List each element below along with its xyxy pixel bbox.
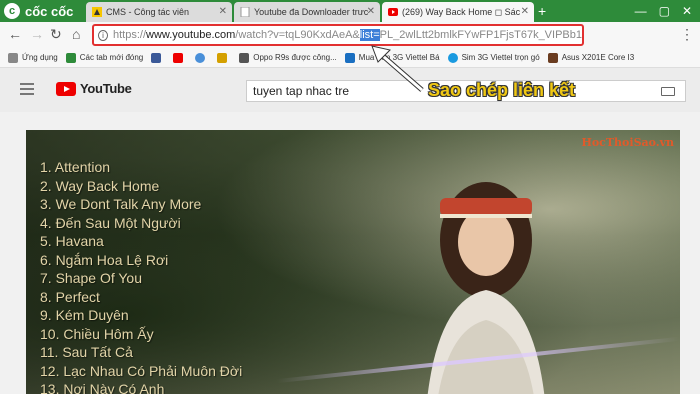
search-value: tuyen tap nhac tre [253, 84, 350, 98]
tab-label: Youtube đa Downloader trưc [254, 7, 369, 17]
song-item: 7. Shape Of You [40, 270, 142, 286]
youtube-play-icon [56, 81, 76, 96]
minimize-icon[interactable]: — [635, 4, 647, 18]
forward-icon[interactable]: → [30, 26, 44, 42]
song-item: 6. Ngắm Hoa Lệ Rơi [40, 251, 169, 268]
tab-downloader[interactable]: Youtube đa Downloader trưc ✕ [234, 2, 380, 22]
youtube-icon [173, 52, 184, 63]
bookmark-facebook[interactable] [151, 52, 165, 63]
coccoc-logo-icon: c [4, 3, 20, 19]
new-tab-button[interactable]: + [538, 3, 546, 19]
tab-strip: c cốc cốc CMS - Công tác viên ✕ Youtube … [0, 0, 700, 22]
bookmark-label: Các tab mới đóng [79, 53, 144, 62]
url-host: www.youtube.com [146, 29, 236, 41]
apps-grid-icon [8, 52, 18, 63]
cms-icon [92, 7, 102, 17]
youtube-logo-text: YouTube [80, 81, 132, 96]
reload-icon[interactable]: ↻ [50, 26, 62, 43]
song-item: 8. Perfect [40, 288, 100, 305]
browser-brand[interactable]: c cốc cốc [0, 0, 84, 22]
bookmark-label: Oppo R9s được công... [253, 53, 337, 62]
song-item: 9. Kém Duyên [40, 307, 129, 323]
page-icon [240, 7, 250, 17]
bookmark-asus[interactable]: Asus X201E Core I3 [547, 52, 635, 63]
song-list: 1. Attention 2. Way Back Home 3. We Dont… [40, 158, 242, 394]
maximize-icon[interactable]: ▢ [659, 4, 670, 18]
bookmark-recent-tabs[interactable]: Các tab mới đóng [65, 52, 144, 63]
tab-label: CMS - Công tác viên [106, 7, 190, 17]
bookmarks-bar: Ứng dụng Các tab mới đóng Oppo R9s được … [0, 48, 700, 68]
navigation-bar: ← → ↻ ⌂ i https://www.youtube.com/watch?… [0, 22, 700, 48]
page-icon [239, 52, 250, 63]
song-item: 3. We Dont Talk Any More [40, 196, 202, 212]
page-content: YouTube tuyen tap nhac tre HocThoiSao.vn… [0, 68, 700, 394]
tab-cms[interactable]: CMS - Công tác viên ✕ [86, 2, 232, 22]
url-path: /watch?v=tqL90KxdAeA& [235, 29, 360, 41]
brand-label: cốc cốc [25, 3, 74, 19]
menu-icon[interactable]: ⋮ [680, 26, 694, 43]
screen: c cốc cốc CMS - Công tác viên ✕ Youtube … [0, 0, 700, 394]
song-item: 2. Way Back Home [40, 177, 160, 194]
song-item: 13. Nơi Này Có Anh [40, 381, 165, 394]
bookmark-sim-3g[interactable]: Sim 3G Viettel trọn gó [447, 52, 540, 63]
hamburger-menu-icon[interactable] [20, 83, 34, 95]
tab-youtube-active[interactable]: (269) Way Back Home ◻ Sác ✕ [382, 2, 534, 22]
page-icon [547, 52, 558, 63]
song-item: 10. Chiều Hôm Ấy [40, 325, 154, 342]
video-player[interactable]: HocThoiSao.vn 1. Attention 2. Way Back H… [26, 130, 680, 394]
youtube-header: YouTube tuyen tap nhac tre [0, 68, 700, 112]
youtube-icon [388, 8, 398, 16]
bookmark-label: Sim 3G Viettel trọn gó [461, 53, 540, 62]
back-icon[interactable]: ← [8, 26, 22, 42]
bookmark-oppo[interactable]: Oppo R9s được công... [239, 52, 337, 63]
url-query: PL_2wlLtt2bmlkFYwFP1FjsT67k_VIPBb1 [379, 29, 582, 41]
song-item: 12. Lạc Nhau Có Phải Muôn Đời [40, 362, 243, 379]
home-icon[interactable]: ⌂ [72, 26, 80, 42]
coccoc-icon [65, 52, 76, 63]
page-icon [344, 52, 355, 63]
url-selected-text: list= [359, 29, 380, 41]
facebook-icon [151, 52, 162, 63]
chrome-icon [195, 52, 206, 63]
song-item: 4. Đến Sau Một Người [40, 214, 181, 231]
url-scheme: https:// [113, 29, 147, 41]
watermark: HocThoiSao.vn [581, 136, 674, 149]
bookmark-youtube[interactable] [173, 52, 187, 63]
youtube-logo[interactable]: YouTube [56, 81, 132, 96]
close-icon[interactable]: ✕ [367, 6, 375, 17]
info-icon[interactable]: i [98, 29, 108, 41]
song-item: 11. Sau Tất Cả [40, 344, 133, 360]
close-window-icon[interactable]: ✕ [682, 4, 692, 18]
tab-label: (269) Way Back Home ◻ Sác [402, 6, 521, 17]
annotation-label: Sao chép liên kết [428, 80, 576, 100]
close-icon[interactable]: ✕ [219, 6, 227, 17]
address-bar[interactable]: i https://www.youtube.com/watch?v=tqL90K… [92, 24, 584, 46]
window-controls: — ▢ ✕ [635, 0, 700, 22]
bookmark-label: Ứng dụng [22, 53, 58, 62]
bookmark-apps[interactable]: Ứng dụng [8, 52, 58, 63]
star-icon [217, 52, 228, 63]
bookmark-star[interactable] [217, 52, 231, 63]
close-icon[interactable]: ✕ [521, 6, 529, 17]
keyboard-icon[interactable] [661, 87, 675, 96]
bookmark-chrome[interactable] [195, 52, 209, 63]
song-item: 5. Havana [40, 233, 104, 249]
song-item: 1. Attention [40, 159, 111, 175]
bookmark-label: Asus X201E Core I3 [561, 53, 635, 62]
